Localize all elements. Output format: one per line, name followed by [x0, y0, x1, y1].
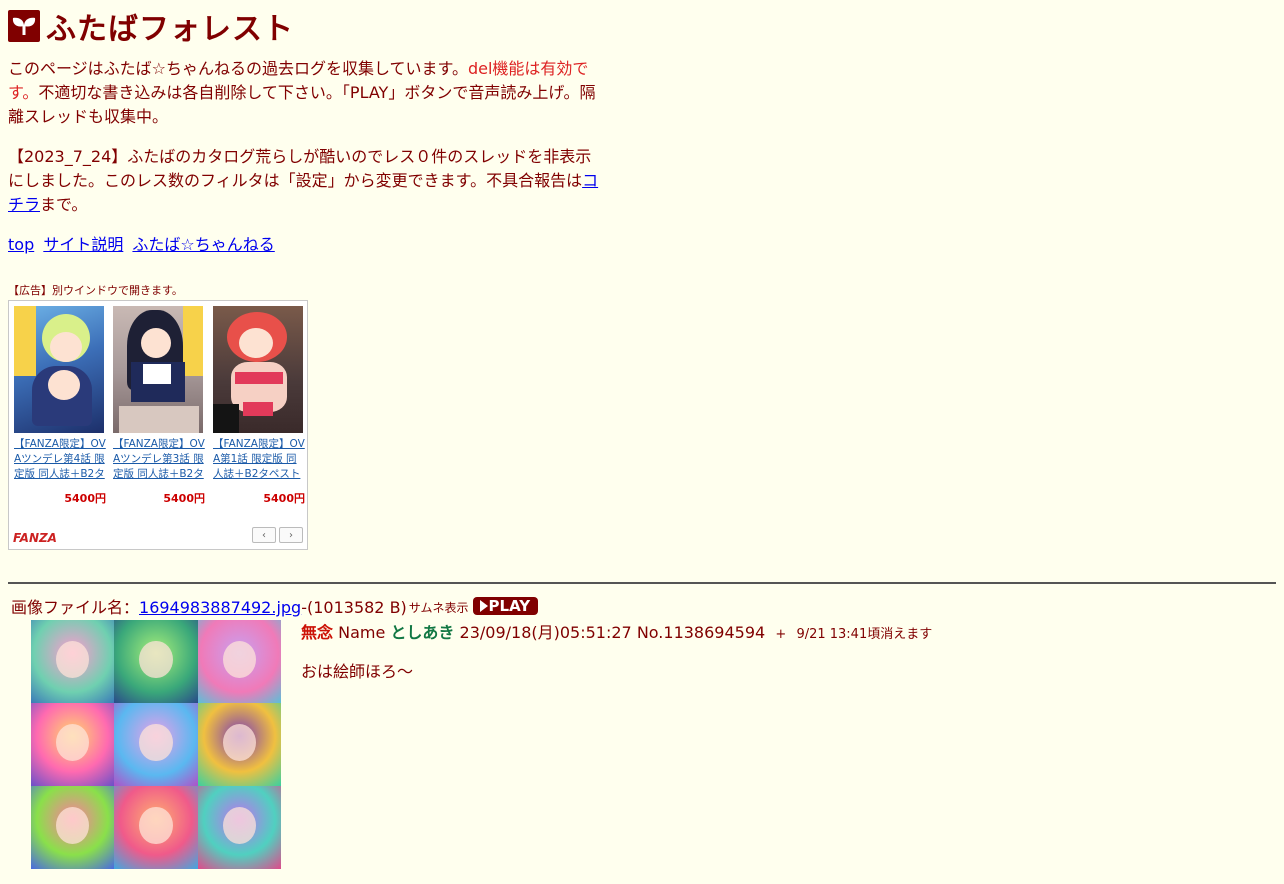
- nav-futaba-link[interactable]: ふたば☆ちゃんねる: [132, 235, 274, 254]
- soudane-button[interactable]: +: [775, 627, 786, 642]
- ad-price: 5400円: [163, 492, 205, 505]
- post-number[interactable]: No.1138694594: [637, 623, 765, 642]
- ad-note: 【広告】別ウインドウで開きます。: [8, 284, 183, 297]
- play-button[interactable]: PLAY: [472, 597, 539, 615]
- file-label: 画像ファイル名：: [11, 598, 140, 617]
- notice-text: 【2023_7_24】ふたばのカタログ荒らしが酷いのでレス０件のスレッドを非表示…: [8, 147, 592, 190]
- intro-text: このページはふたば☆ちゃんねるの過去ログを収集しています。del機能は有効です。…: [8, 57, 606, 129]
- intro-part1: このページはふたば☆ちゃんねるの過去ログを収集しています。: [8, 59, 468, 78]
- fanza-logo: FANZA: [13, 531, 57, 545]
- ad-price: 5400円: [64, 492, 106, 505]
- ad-item[interactable]: 【FANZA限定】OVA第1話 限定版 同人誌＋B2タペストリー付 5400円: [213, 306, 305, 506]
- ad-item[interactable]: 【FANZA限定】OVAツンデレ第3話 限定版 同人誌＋B2タペストリー付 54…: [113, 306, 205, 506]
- post-subject: 無念: [301, 623, 334, 642]
- post-date: 23/09/18(月)05:51:27: [459, 623, 632, 642]
- nav-top-link[interactable]: top: [8, 235, 34, 254]
- post-thumbnail[interactable]: [31, 620, 281, 869]
- ad-prev-button[interactable]: ‹: [252, 527, 276, 543]
- site-title: ふたばフォレスト: [46, 12, 294, 47]
- name-label: Name: [338, 623, 386, 642]
- nav-links: top サイト説明 ふたば☆ちゃんねる: [8, 233, 279, 257]
- notice-suffix: まで。: [40, 195, 88, 214]
- ad-image[interactable]: [14, 306, 104, 433]
- play-label: PLAY: [488, 597, 531, 615]
- ad-widget: 【FANZA限定】OVAツンデレ第4話 限定版 同人誌＋B2タペストリー付 54…: [8, 300, 308, 550]
- post-header: 無念 Name としあき 23/09/18(月)05:51:27 No.1138…: [301, 622, 932, 646]
- thumb-toggle[interactable]: サムネ表示: [409, 597, 469, 619]
- file-info: 画像ファイル名： 1694983887492.jpg -(1013582 B) サムネ…: [11, 597, 539, 619]
- expire-notice: 9/21 13:41頃消えます: [796, 627, 933, 642]
- update-notice: 【2023_7_24】ふたばのカタログ荒らしが酷いのでレス０件のスレッドを非表示…: [8, 145, 606, 217]
- play-icon: [479, 600, 488, 612]
- ad-next-button[interactable]: ›: [279, 527, 303, 543]
- poster-name: としあき: [390, 623, 455, 642]
- ad-item[interactable]: 【FANZA限定】OVAツンデレ第4話 限定版 同人誌＋B2タペストリー付 54…: [14, 306, 106, 506]
- ad-title[interactable]: 【FANZA限定】OVAツンデレ第3話 限定版 同人誌＋B2タペストリー付: [113, 437, 205, 482]
- sprout-logo-icon: [8, 10, 40, 42]
- ad-price: 5400円: [263, 492, 305, 505]
- ad-image[interactable]: [113, 306, 203, 433]
- divider: [8, 582, 1276, 584]
- intro-part2: 不適切な書き込みは各自削除して下さい。「PLAY」ボタンで音声読み上げ。隔離スレ…: [8, 83, 596, 126]
- file-size: -(1013582 B): [301, 598, 407, 617]
- ad-pager: ‹ ›: [252, 527, 303, 543]
- ad-title[interactable]: 【FANZA限定】OVA第1話 限定版 同人誌＋B2タペストリー付: [213, 437, 305, 482]
- file-link[interactable]: 1694983887492.jpg: [139, 597, 301, 619]
- ad-image[interactable]: [213, 306, 303, 433]
- post-message: おは絵師ほろ～: [301, 662, 414, 681]
- nav-about-link[interactable]: サイト説明: [43, 235, 123, 254]
- site-header: ふたばフォレスト: [8, 6, 294, 47]
- ad-title[interactable]: 【FANZA限定】OVAツンデレ第4話 限定版 同人誌＋B2タペストリー付: [14, 437, 106, 482]
